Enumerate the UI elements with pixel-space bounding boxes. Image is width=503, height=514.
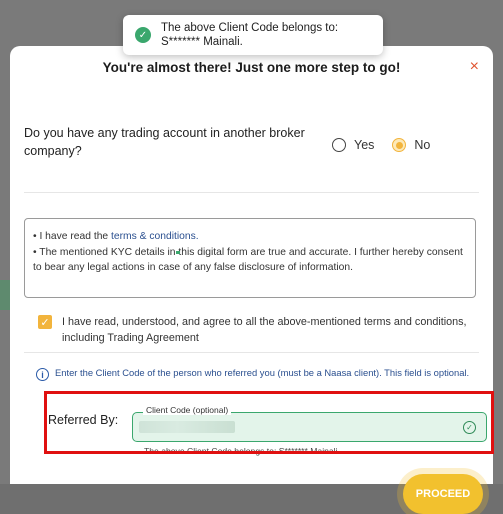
- toast-line-1: The above Client Code belongs to:: [161, 22, 339, 34]
- trading-account-radio-group: Yes No: [332, 138, 440, 152]
- terms-bullet-1: • I have read the terms & conditions.: [33, 229, 467, 245]
- divider: [24, 352, 479, 353]
- trading-account-question: Do you have any trading account in anoth…: [24, 126, 305, 158]
- terms-link[interactable]: terms & conditions.: [111, 231, 199, 242]
- terms-bullet-1-prefix: • I have read the: [33, 231, 112, 242]
- radio-yes[interactable]: [332, 138, 346, 152]
- referral-info: i Enter the Client Code of the person wh…: [36, 366, 482, 381]
- radio-no[interactable]: [392, 138, 407, 152]
- check-circle-icon: ✓: [135, 27, 151, 43]
- info-icon: i: [36, 368, 49, 381]
- agreement-text: I have read, understood, and agree to al…: [62, 316, 467, 344]
- client-code-field[interactable]: Client Code (optional) ✓: [132, 405, 487, 442]
- toast-notification: ✓ The above Client Code belongs to: S***…: [123, 15, 383, 55]
- agreement-row: ✓ I have read, understood, and agree to …: [38, 314, 468, 346]
- client-code-input[interactable]: [139, 421, 235, 433]
- agreement-checkbox[interactable]: ✓: [38, 315, 52, 329]
- modal-title: You're almost there! Just one more step …: [102, 60, 401, 75]
- client-code-owner-note: The above Client Code belongs to: S*****…: [144, 446, 340, 456]
- toast-line-2: S******* Mainali.: [161, 36, 243, 48]
- referred-by-label: Referred By:: [48, 413, 119, 427]
- client-code-legend: Client Code (optional): [143, 405, 232, 415]
- radio-yes-label[interactable]: Yes: [354, 138, 374, 152]
- radio-no-label[interactable]: No: [414, 138, 430, 152]
- referral-info-text: Enter the Client Code of the person who …: [55, 367, 470, 378]
- scroll-indicator: [176, 251, 180, 254]
- proceed-button[interactable]: PROCEED: [403, 474, 483, 514]
- referral-modal: You're almost there! Just one more step …: [10, 46, 494, 514]
- close-icon[interactable]: ×: [470, 58, 479, 76]
- divider: [24, 192, 479, 193]
- terms-bullet-2: • The mentioned KYC details in this digi…: [33, 246, 463, 274]
- check-circle-icon: ✓: [463, 421, 476, 434]
- terms-box[interactable]: • I have read the terms & conditions. • …: [24, 218, 476, 298]
